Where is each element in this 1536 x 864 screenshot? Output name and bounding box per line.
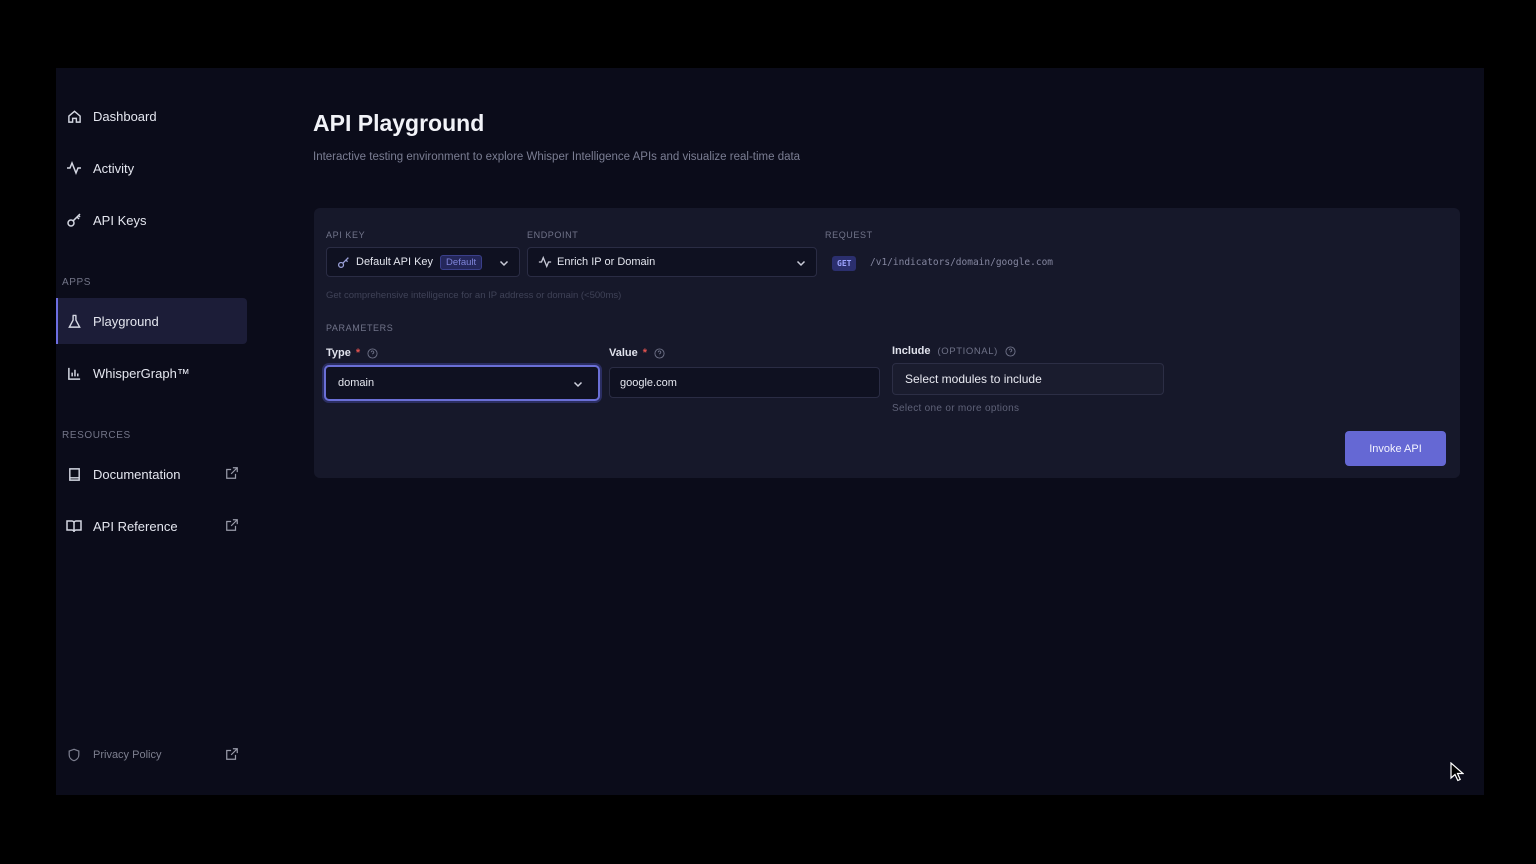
endpoint-value: Enrich IP or Domain bbox=[557, 256, 656, 268]
include-help-text: Select one or more options bbox=[892, 403, 1020, 414]
api-key-value: Default API Key bbox=[356, 256, 434, 268]
sidebar-item-api-keys[interactable]: API Keys bbox=[56, 197, 247, 243]
type-select[interactable]: domain bbox=[324, 365, 600, 401]
type-field-label: Type * bbox=[326, 347, 378, 359]
required-marker: * bbox=[355, 347, 361, 359]
help-icon[interactable] bbox=[1005, 345, 1016, 357]
mouse-cursor-icon bbox=[1450, 761, 1465, 782]
external-link-icon bbox=[225, 466, 239, 480]
apps-section-label: APPS bbox=[62, 277, 92, 288]
request-path: /v1/indicators/domain/google.com bbox=[870, 257, 1054, 268]
value-label-text: Value bbox=[609, 347, 638, 359]
api-key-label: API KEY bbox=[326, 230, 366, 240]
sidebar-item-label: Privacy Policy bbox=[93, 749, 162, 761]
include-field-label: Include (OPTIONAL) bbox=[892, 345, 1016, 357]
key-icon bbox=[337, 255, 351, 269]
include-modules-select[interactable]: Select modules to include bbox=[892, 363, 1164, 395]
sidebar-item-documentation[interactable]: Documentation bbox=[56, 451, 247, 497]
request-label: REQUEST bbox=[825, 230, 873, 240]
include-label-text: Include bbox=[892, 345, 931, 357]
bar-chart-icon bbox=[66, 365, 82, 381]
book-icon bbox=[66, 466, 82, 482]
parameters-label: PARAMETERS bbox=[326, 323, 394, 333]
invoke-api-button[interactable]: Invoke API bbox=[1345, 431, 1446, 466]
key-icon bbox=[66, 212, 82, 228]
activity-icon bbox=[538, 255, 552, 269]
value-field-label: Value * bbox=[609, 347, 665, 359]
optional-marker: (OPTIONAL) bbox=[937, 345, 998, 357]
playground-panel: API KEY ENDPOINT REQUEST Default API Key… bbox=[314, 208, 1460, 478]
default-badge: Default bbox=[440, 254, 483, 270]
chevron-down-icon bbox=[795, 257, 807, 269]
external-link-icon bbox=[225, 518, 239, 532]
sidebar: Dashboard Activity API Keys APPS Playgro… bbox=[56, 68, 256, 795]
value-input[interactable]: google.com bbox=[609, 367, 880, 398]
app-window: Dashboard Activity API Keys APPS Playgro… bbox=[56, 68, 1484, 795]
sidebar-item-label: API Keys bbox=[93, 212, 147, 228]
page-title: API Playground bbox=[313, 110, 485, 136]
sidebar-item-label: WhisperGraph™ bbox=[93, 365, 190, 381]
resources-section-label: RESOURCES bbox=[62, 430, 131, 441]
type-label-text: Type bbox=[326, 347, 351, 359]
endpoint-hint: Get comprehensive intelligence for an IP… bbox=[326, 290, 622, 301]
sidebar-item-label: Playground bbox=[93, 313, 159, 329]
help-icon[interactable] bbox=[654, 347, 665, 359]
sidebar-item-activity[interactable]: Activity bbox=[56, 145, 247, 191]
shield-icon bbox=[66, 747, 82, 763]
chevron-down-icon bbox=[572, 378, 584, 390]
http-method-badge: GET bbox=[832, 256, 857, 271]
help-icon[interactable] bbox=[367, 347, 378, 359]
endpoint-select[interactable]: Enrich IP or Domain bbox=[527, 247, 817, 277]
sidebar-item-dashboard[interactable]: Dashboard bbox=[56, 93, 247, 139]
flask-icon bbox=[66, 313, 82, 329]
activity-icon bbox=[66, 160, 82, 176]
sidebar-item-label: API Reference bbox=[93, 518, 178, 534]
page-subtitle: Interactive testing environment to explo… bbox=[313, 151, 801, 163]
api-key-select[interactable]: Default API Key Default bbox=[326, 247, 520, 277]
sidebar-item-label: Dashboard bbox=[93, 108, 157, 124]
sidebar-item-privacy-policy[interactable]: Privacy Policy bbox=[56, 732, 247, 778]
sidebar-item-playground[interactable]: Playground bbox=[56, 298, 247, 344]
external-link-icon bbox=[225, 747, 239, 761]
chevron-down-icon bbox=[498, 257, 510, 269]
endpoint-label: ENDPOINT bbox=[527, 230, 579, 240]
book-open-icon bbox=[66, 518, 82, 534]
sidebar-item-label: Activity bbox=[93, 160, 135, 176]
required-marker: * bbox=[642, 347, 648, 359]
sidebar-item-api-reference[interactable]: API Reference bbox=[56, 503, 247, 549]
home-icon bbox=[66, 108, 82, 124]
sidebar-item-label: Documentation bbox=[93, 466, 181, 482]
type-select-value: domain bbox=[338, 377, 375, 389]
sidebar-item-whispergraph[interactable]: WhisperGraph™ bbox=[56, 350, 247, 396]
